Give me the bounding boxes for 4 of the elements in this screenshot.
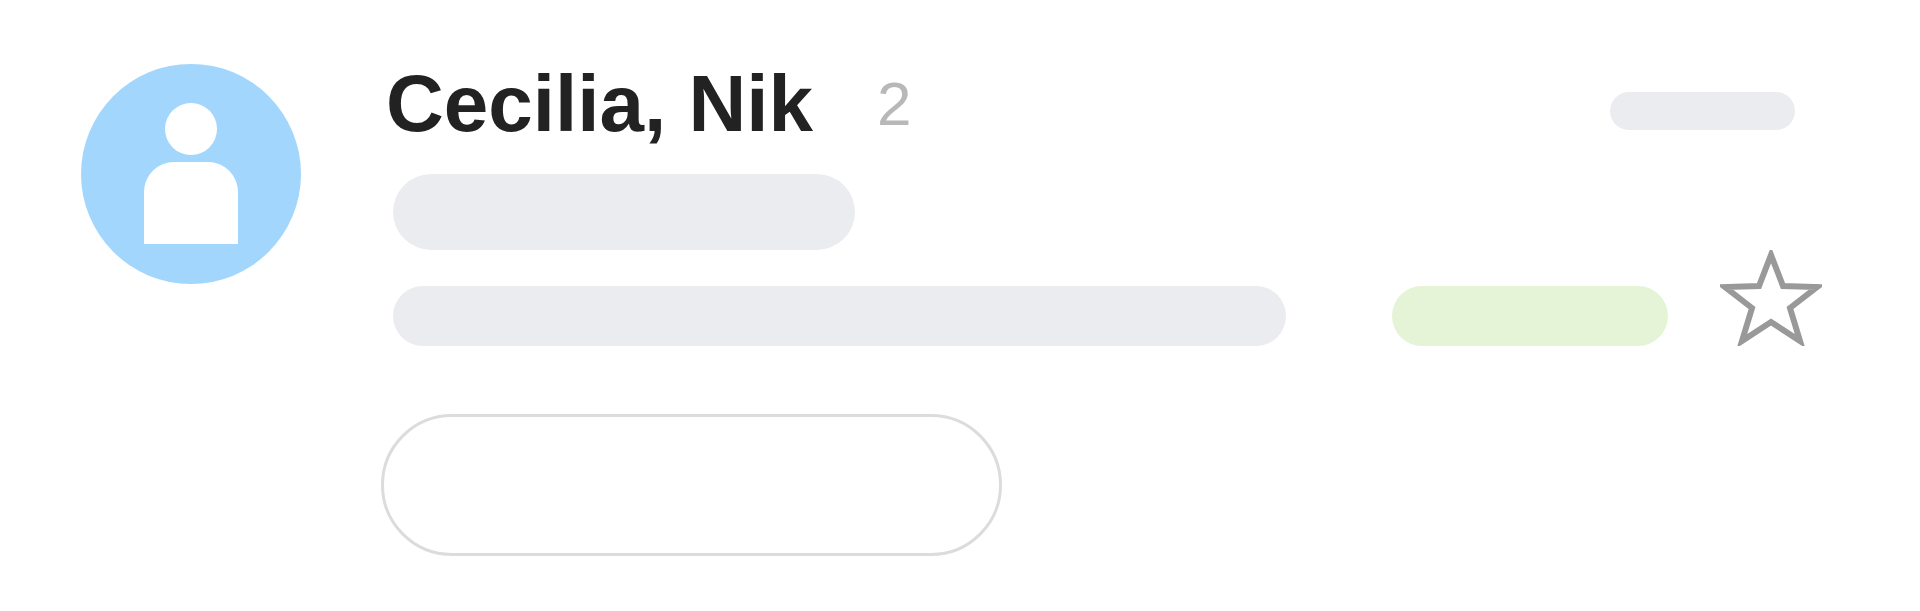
star-icon[interactable]	[1720, 250, 1822, 346]
avatar-icon	[81, 64, 301, 284]
message-count: 2	[876, 73, 912, 135]
sender-name: Cecilia, Nik	[386, 64, 813, 144]
